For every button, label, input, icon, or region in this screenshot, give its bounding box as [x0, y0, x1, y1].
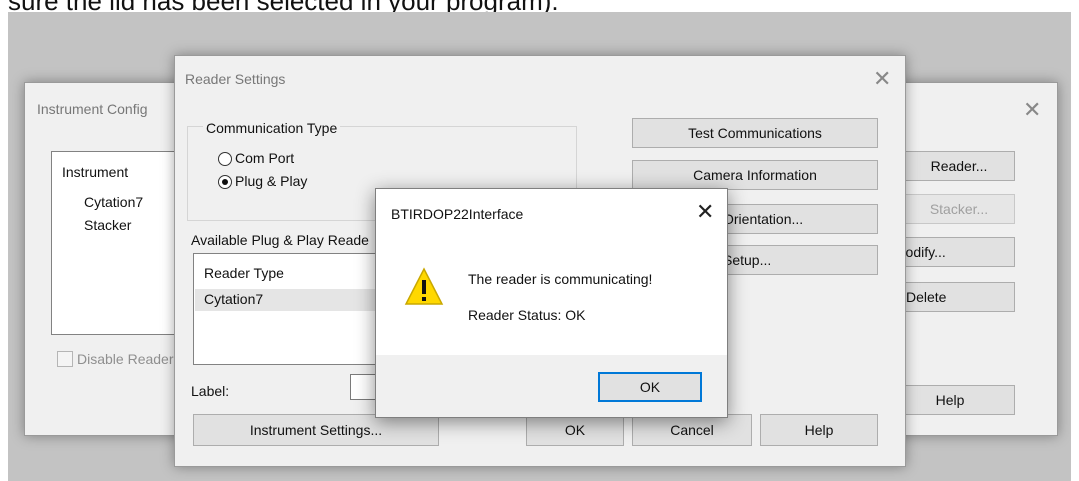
- reader-ok-button[interactable]: OK: [526, 414, 624, 446]
- disable-reader-label: Disable Reader: [77, 351, 174, 367]
- instrument-item-stacker[interactable]: Stacker: [84, 217, 131, 233]
- reader-type-list[interactable]: Reader Type Cytation7: [193, 253, 393, 365]
- instrument-settings-button[interactable]: Instrument Settings...: [193, 414, 439, 446]
- reader-type-item-cytation7: Cytation7: [204, 291, 264, 307]
- message-line-1: The reader is communicating!: [468, 271, 653, 287]
- radio-com-port[interactable]: [218, 152, 232, 166]
- instrument-list[interactable]: Instrument Cytation7 Stacker: [51, 151, 183, 335]
- close-icon[interactable]: ✕: [696, 201, 714, 223]
- radio-plug-play-label: Plug & Play: [235, 173, 308, 189]
- reader-cancel-button[interactable]: Cancel: [632, 414, 752, 446]
- message-box: BTIRDOP22Interface ✕ The reader is commu…: [375, 188, 728, 418]
- communication-type-label: Communication Type: [203, 120, 341, 136]
- message-box-title: BTIRDOP22Interface: [391, 206, 524, 222]
- reader-help-button[interactable]: Help: [760, 414, 878, 446]
- disable-reader-checkbox[interactable]: [57, 351, 73, 367]
- reader-type-row[interactable]: Cytation7: [195, 289, 391, 311]
- camera-information-button[interactable]: Camera Information: [632, 160, 878, 190]
- available-readers-label: Available Plug & Play Reade: [191, 232, 369, 248]
- instrument-list-header: Instrument: [62, 164, 129, 180]
- reader-type-header: Reader Type: [204, 265, 284, 281]
- reader-button[interactable]: Reader...: [903, 151, 1015, 181]
- label-field-label: Label:: [191, 383, 230, 399]
- radio-plug-play[interactable]: [218, 175, 232, 189]
- test-communications-button[interactable]: Test Communications: [632, 118, 878, 148]
- message-line-2: Reader Status: OK: [468, 307, 586, 323]
- stacker-button[interactable]: Stacker...: [903, 194, 1015, 224]
- instrument-config-title: Instrument Config: [37, 101, 148, 117]
- radio-com-port-label: Com Port: [235, 150, 295, 166]
- warning-icon: [404, 267, 444, 307]
- reader-settings-title: Reader Settings: [185, 71, 286, 87]
- message-ok-button[interactable]: OK: [598, 372, 702, 402]
- close-icon[interactable]: ✕: [873, 68, 891, 90]
- instrument-item-cytation7[interactable]: Cytation7: [84, 194, 143, 210]
- close-icon[interactable]: ✕: [1023, 99, 1041, 121]
